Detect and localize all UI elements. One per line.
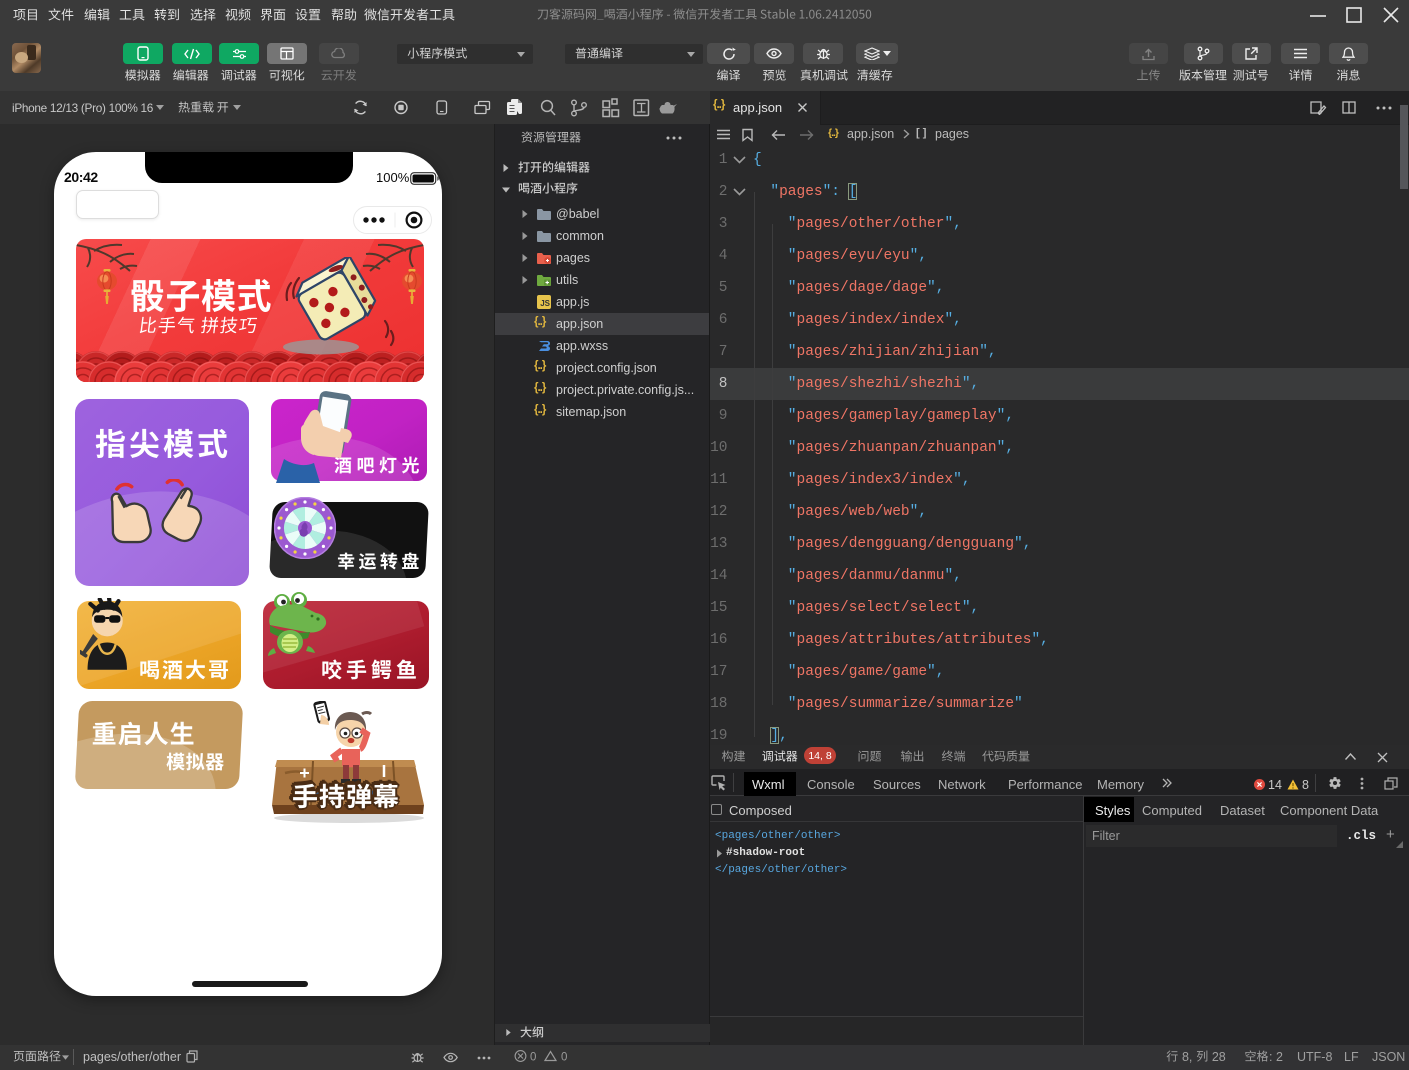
svg-text:0: 0 [530, 1052, 536, 1064]
svg-text:0: 0 [561, 1052, 567, 1064]
